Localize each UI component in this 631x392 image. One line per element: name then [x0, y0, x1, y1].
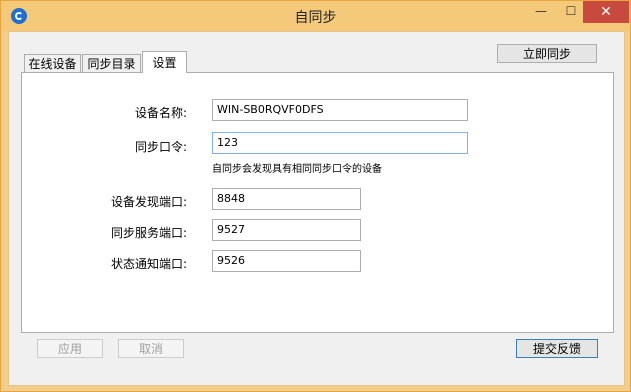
service-port-label: 同步服务端口: [110, 226, 187, 240]
maximize-button[interactable]: ☐ [556, 1, 586, 23]
settings-panel: 设备名称: WIN-SB0RQVF0DFS 同步口令: 123 自同步会发现具有… [21, 72, 614, 333]
service-port-field[interactable]: 9527 [212, 219, 361, 241]
notify-port-field[interactable]: 9526 [212, 250, 361, 272]
device-name-field[interactable]: WIN-SB0RQVF0DFS [212, 99, 468, 121]
minimize-button[interactable]: — [526, 1, 556, 23]
app-window: 自同步 — ☐ ✕ 立即同步 在线设备 同步目录 设置 设备名称: WIN-SB… [0, 0, 631, 392]
discovery-port-field[interactable]: 8848 [212, 188, 361, 210]
submit-feedback-button[interactable]: 提交反馈 [516, 339, 598, 358]
tab-online-devices[interactable]: 在线设备 [24, 54, 81, 73]
sync-password-label: 同步口令: [134, 140, 187, 154]
notify-port-label: 状态通知端口: [110, 257, 187, 271]
apply-button[interactable]: 应用 [37, 339, 103, 358]
title-bar[interactable]: 自同步 — ☐ ✕ [1, 1, 630, 31]
cancel-button[interactable]: 取消 [118, 339, 184, 358]
sync-now-button[interactable]: 立即同步 [497, 44, 597, 63]
tab-settings[interactable]: 设置 [142, 51, 187, 73]
discovery-port-label: 设备发现端口: [110, 195, 187, 209]
device-name-label: 设备名称: [134, 106, 187, 120]
client-area: 立即同步 在线设备 同步目录 设置 设备名称: WIN-SB0RQVF0DFS … [8, 31, 625, 386]
sync-password-field[interactable]: 123 [212, 132, 468, 154]
tab-sync-directory[interactable]: 同步目录 [82, 54, 141, 73]
close-button[interactable]: ✕ [583, 1, 629, 23]
sync-password-hint: 自同步会发现具有相同同步口令的设备 [212, 164, 382, 175]
